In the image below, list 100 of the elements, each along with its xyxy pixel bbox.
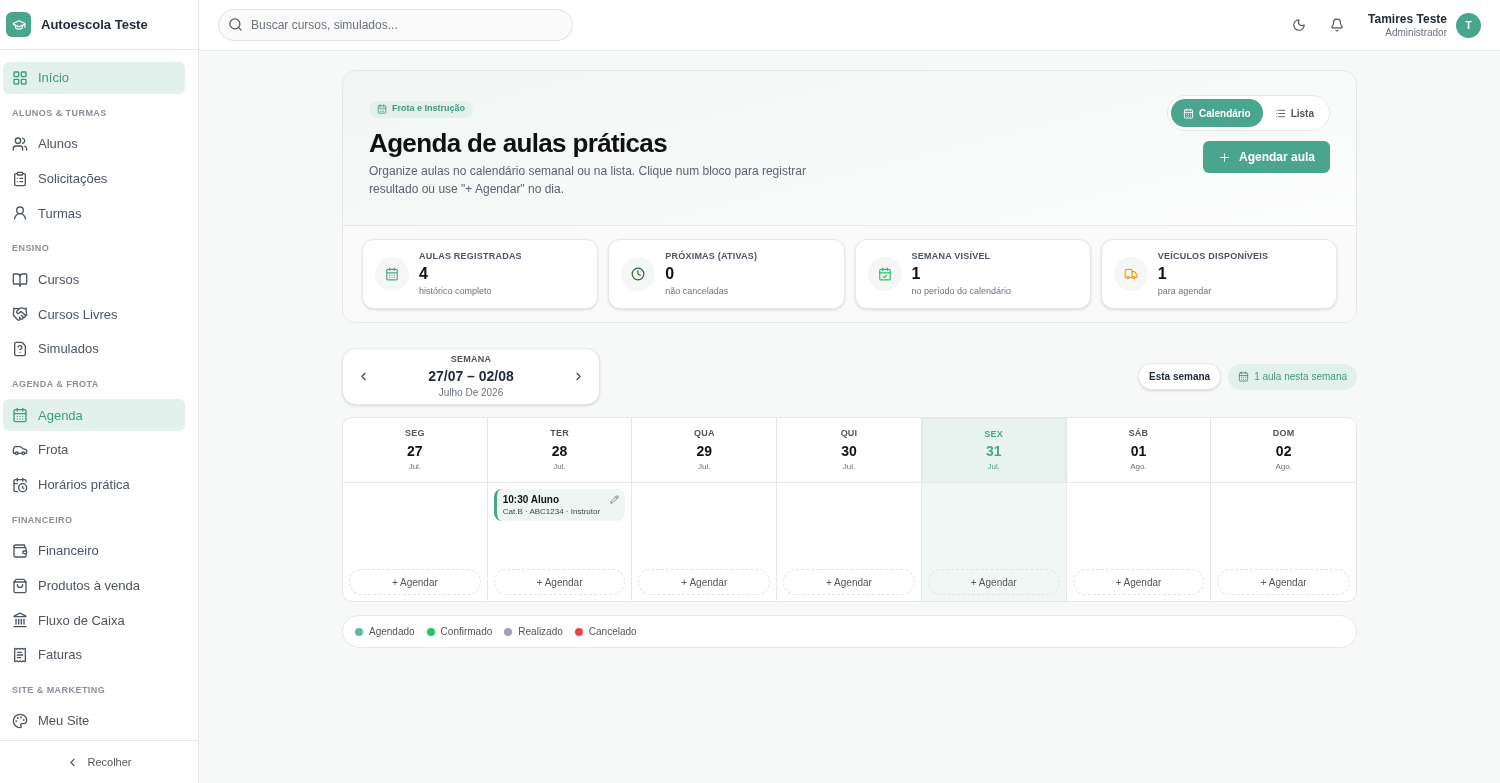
- sidebar-item[interactable]: Horários prática: [3, 468, 185, 501]
- stat-note: no período do calendário: [911, 285, 1012, 298]
- weekday-label: SEX: [984, 427, 1004, 441]
- page-description: Organize aulas no calendário semanal ou na lista. Clique num bloco para registrar resultado ou use "+ Agendar" no dia.: [369, 163, 807, 198]
- sidebar-item[interactable]: Cursos: [3, 263, 185, 296]
- stat-note: histórico completo: [419, 285, 493, 298]
- lesson-title: 10:30 Aluno: [502, 493, 560, 506]
- legend-label: Cancelado: [588, 625, 637, 639]
- day-header[interactable]: SEG 27 Jul.: [343, 418, 487, 483]
- stat-label: SEMANA VISÍVEL: [911, 249, 992, 263]
- section-label: AGENDA & FROTA: [11, 377, 100, 391]
- user-role: Administrador: [1385, 25, 1447, 39]
- weekday-label: SEG: [405, 427, 425, 441]
- section-label: SITE & MARKETING: [11, 683, 107, 697]
- sidebar-item[interactable]: Financeiro: [3, 535, 185, 567]
- legend-label: Realizado: [518, 625, 563, 639]
- sidebar-item[interactable]: Frota: [3, 434, 185, 466]
- sidebar-item[interactable]: Faturas: [3, 639, 185, 671]
- day-number: 30: [841, 441, 857, 461]
- stat-value: 4: [419, 264, 429, 284]
- day-header[interactable]: DOM 02 Ago.: [1211, 418, 1356, 483]
- week-count-badge: 1 aula nesta semana: [1228, 363, 1357, 390]
- stat-value: 1: [1157, 264, 1168, 284]
- week-label: SEMANA: [450, 353, 492, 367]
- wallet-icon: [12, 542, 28, 559]
- view-tab[interactable]: Lista: [1262, 99, 1326, 127]
- weekday-label: QUA: [693, 427, 715, 441]
- sidebar-item[interactable]: Turmas: [3, 197, 185, 230]
- brand-name: Autoescola Teste: [41, 15, 148, 34]
- user-name: Tamires Teste: [1368, 11, 1447, 26]
- week-range: 27/07 – 02/08: [428, 366, 514, 385]
- page-title: Agenda de aulas práticas: [369, 127, 668, 160]
- collapse-button[interactable]: Recolher: [66, 753, 132, 771]
- truck-icon: [1123, 267, 1138, 281]
- month-label: Ago.: [1130, 460, 1147, 473]
- calendar-check-icon: [877, 267, 892, 281]
- question-icon: [12, 341, 28, 358]
- weekday-label: SÁB: [1128, 427, 1149, 441]
- grid-icon: [12, 69, 28, 86]
- day-header[interactable]: QUI 30 Jul.: [777, 418, 921, 483]
- book-icon: [12, 271, 28, 288]
- legend-label: Confirmado: [440, 625, 493, 639]
- day-header[interactable]: TER 28 Jul.: [487, 418, 632, 483]
- dark-mode-icon[interactable]: [1292, 18, 1307, 32]
- month-label: Jul.: [987, 461, 1000, 474]
- sidebar-item[interactable]: Meu Site: [3, 705, 185, 738]
- stat-note: não canceladas: [665, 285, 730, 298]
- search-icon: [228, 17, 243, 32]
- notifications-icon[interactable]: [1330, 18, 1345, 32]
- receipt-icon: [12, 647, 28, 663]
- sidebar-item[interactable]: Simulados: [3, 333, 185, 365]
- day-number: 31: [985, 442, 1002, 462]
- section-label: ALUNOS & TURMAS: [11, 106, 108, 120]
- day-number: 01: [1130, 441, 1147, 461]
- month-label: Jul.: [842, 460, 856, 473]
- sidebar-item[interactable]: Solicitações: [3, 162, 185, 195]
- sidebar-item[interactable]: Cursos Livres: [3, 298, 185, 331]
- section-label: ENSINO: [11, 242, 51, 256]
- day-number: 28: [551, 441, 568, 461]
- sidebar-item[interactable]: Alunos: [3, 128, 185, 160]
- weekday-label: DOM: [1272, 427, 1295, 441]
- legend-label: Agendado: [369, 625, 415, 639]
- clock-icon: [631, 267, 646, 281]
- day-header[interactable]: SÁB 01 Ago.: [1066, 418, 1211, 483]
- month-label: Jul.: [408, 460, 422, 473]
- lesson-block[interactable]: 10:30 Aluno Cat.B · ABC1234 · Instrutor: [493, 489, 626, 521]
- calendar-icon: [12, 407, 28, 424]
- weekday-label: TER: [550, 427, 569, 441]
- calendar-icon: [385, 267, 399, 281]
- day-number: 27: [407, 441, 423, 461]
- weekday-label: QUI: [840, 427, 858, 441]
- clipboard-icon: [12, 170, 28, 187]
- list-icon: [1274, 107, 1286, 119]
- users-icon: [12, 136, 28, 153]
- search-field[interactable]: Buscar cursos, simulados...: [218, 9, 573, 41]
- palette-icon: [12, 713, 28, 730]
- bank-icon: [12, 612, 28, 629]
- handshake-icon: [12, 306, 28, 323]
- logo-icon: [6, 12, 31, 37]
- stat-label: VEÍCULOS DISPONÍVEIS: [1157, 249, 1269, 263]
- user-icon: [12, 205, 28, 222]
- category-badge: Frota e Instrução: [369, 100, 473, 118]
- bag-icon: [12, 577, 28, 594]
- stat-value: 0: [665, 264, 676, 284]
- stat-label: AULAS REGISTRADAS: [419, 249, 522, 263]
- month-label: Jul.: [698, 460, 711, 473]
- day-number: 29: [696, 441, 713, 461]
- this-week-button[interactable]: Esta semana: [1138, 363, 1222, 390]
- day-header[interactable]: QUA 29 Jul.: [632, 418, 777, 483]
- lesson-detail: Cat.B · ABC1234 · Instrutor: [502, 506, 602, 517]
- stat-note: para agendar: [1157, 285, 1213, 298]
- stat-label: PRÓXIMAS (ATIVAS): [665, 249, 758, 263]
- sidebar-item[interactable]: Produtos à venda: [3, 569, 185, 602]
- sidebar-item[interactable]: Fluxo de Caixa: [3, 604, 185, 637]
- month-label: Jul.: [553, 460, 566, 473]
- month-label: Ago.: [1275, 460, 1292, 473]
- stat-value: 1: [911, 264, 922, 284]
- calendar-clock-icon: [12, 476, 28, 493]
- day-number: 02: [1275, 441, 1292, 461]
- calendar-icon: [1182, 107, 1194, 119]
